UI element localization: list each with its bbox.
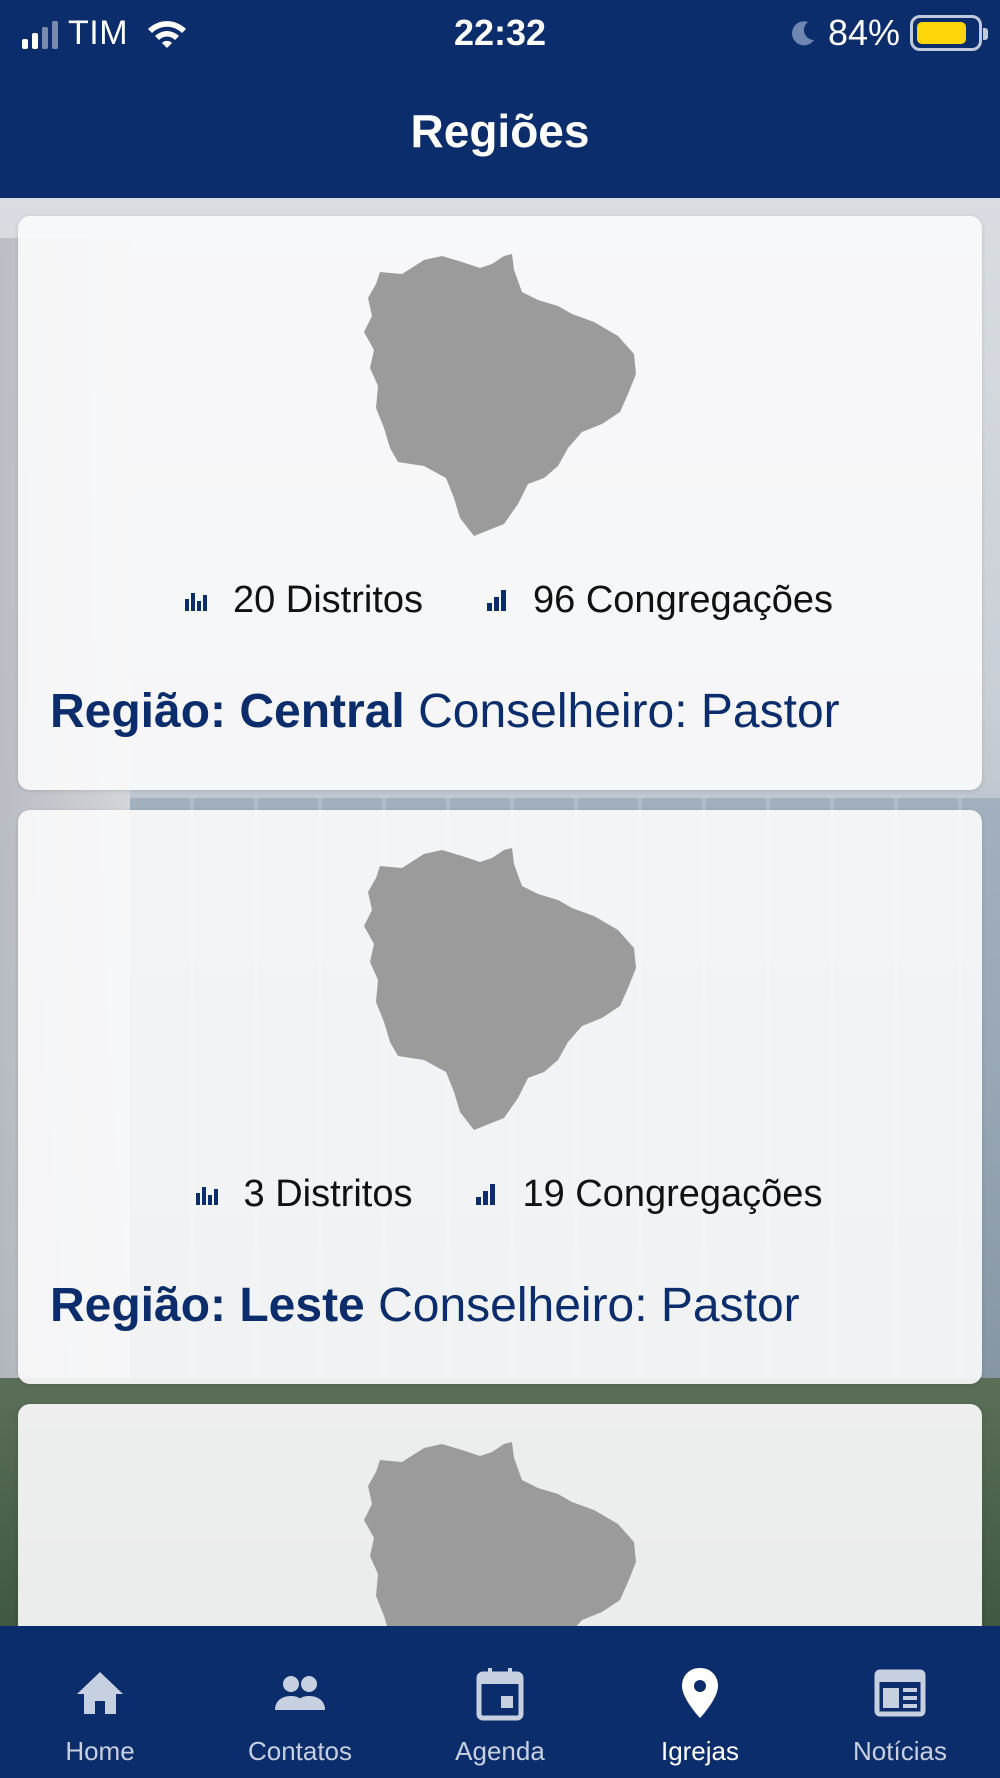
people-icon: [275, 1676, 325, 1710]
status-bar: TIM 22:32 84%: [0, 0, 1000, 66]
bar-chart-icon: [195, 1187, 218, 1205]
calendar-icon: [476, 1668, 524, 1721]
region-title: Região: Central Conselheiro: Pastor: [50, 684, 840, 739]
tab-label: Notícias: [853, 1736, 947, 1766]
moon-icon: [791, 21, 814, 46]
signal-bars-icon: [476, 1184, 496, 1205]
region-name: Central: [239, 685, 405, 738]
tab-label: Agenda: [455, 1736, 545, 1766]
districts-count: 3 Distritos: [243, 1172, 413, 1215]
region-label: Região:: [50, 685, 227, 738]
districts-count: 20 Distritos: [232, 578, 424, 621]
state-map-image: [364, 848, 636, 1130]
tab-label: Home: [65, 1736, 135, 1766]
battery-percentage: 84%: [827, 12, 900, 53]
home-icon: [77, 1672, 123, 1714]
newspaper-icon: [874, 1669, 926, 1717]
counselor-text: Conselheiro: Pastor: [418, 685, 840, 738]
region-stats: 3 Distritos 19 Congregações: [98, 1146, 918, 1242]
state-map-image: [364, 254, 636, 536]
battery-icon: [910, 15, 988, 51]
region-name: Leste: [239, 1279, 365, 1332]
region-card[interactable]: 3 Distritos 19 Congregações Região: Lest…: [18, 810, 982, 1384]
tab-contatos[interactable]: Contatos: [200, 1626, 400, 1778]
tab-agenda[interactable]: Agenda: [400, 1626, 600, 1778]
state-map-image: [364, 1442, 636, 1626]
tab-label: Contatos: [247, 1736, 353, 1766]
signal-bars-icon: [487, 590, 507, 611]
congregations-count: 19 Congregações: [522, 1172, 823, 1215]
region-stats: 20 Distritos 96 Congregações: [98, 552, 918, 648]
tab-igrejas[interactable]: Igrejas: [600, 1626, 800, 1778]
region-title: Região: Leste Conselheiro: Pastor: [50, 1278, 800, 1333]
location-pin-icon: [682, 1668, 718, 1718]
region-card[interactable]: 20 Distritos 96 Congregações Região: Cen…: [18, 216, 982, 790]
region-card[interactable]: [18, 1404, 982, 1626]
tab-noticias[interactable]: Notícias: [800, 1626, 1000, 1778]
page-title: Regiões: [410, 105, 590, 157]
app-header: TIM 22:32 84% Regiões: [0, 0, 1000, 198]
regions-list[interactable]: 20 Distritos 96 Congregações Região: Cen…: [0, 198, 1000, 1626]
tab-home[interactable]: Home: [0, 1626, 200, 1778]
counselor-text: Conselheiro: Pastor: [378, 1279, 800, 1332]
bar-chart-icon: [184, 593, 207, 611]
region-label: Região:: [50, 1279, 227, 1332]
tab-label: Igrejas: [660, 1736, 740, 1766]
bottom-tab-bar: Home Contatos Agenda Igrejas Notícias: [0, 1626, 1000, 1778]
congregations-count: 96 Congregações: [533, 578, 834, 621]
